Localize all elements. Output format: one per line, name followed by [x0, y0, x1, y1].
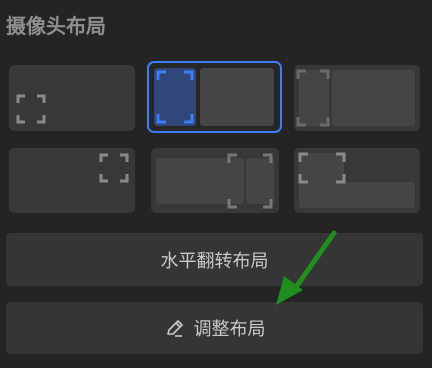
layout-option-3[interactable] [294, 65, 420, 131]
corner-frame-icon [156, 70, 194, 124]
adjust-layout-button[interactable]: 调整布局 [6, 302, 423, 354]
edit-pen-icon [164, 317, 186, 339]
adjust-layout-label: 调整布局 [193, 319, 266, 340]
flip-layout-button[interactable]: 水平翻转布局 [6, 233, 423, 286]
corner-frame-icon [99, 153, 129, 183]
layout-option-2[interactable] [147, 61, 282, 133]
layout-option-4[interactable] [9, 148, 135, 213]
corner-frame-icon [227, 153, 273, 209]
layout-option-1[interactable] [9, 65, 135, 131]
flip-layout-label: 水平翻转布局 [160, 250, 269, 272]
layout-option-5[interactable] [151, 148, 279, 213]
corner-frame-icon [296, 69, 330, 127]
layout-secondary-slot [332, 70, 415, 126]
layout-main-slot [154, 68, 196, 126]
layout-option-6[interactable] [294, 148, 420, 213]
layout-secondary-slot [200, 68, 274, 126]
corner-frame-icon [16, 94, 46, 124]
layout-secondary-slot [299, 182, 415, 208]
corner-frame-icon [298, 152, 346, 184]
camera-layout-title: 摄像头布局 [6, 14, 106, 38]
